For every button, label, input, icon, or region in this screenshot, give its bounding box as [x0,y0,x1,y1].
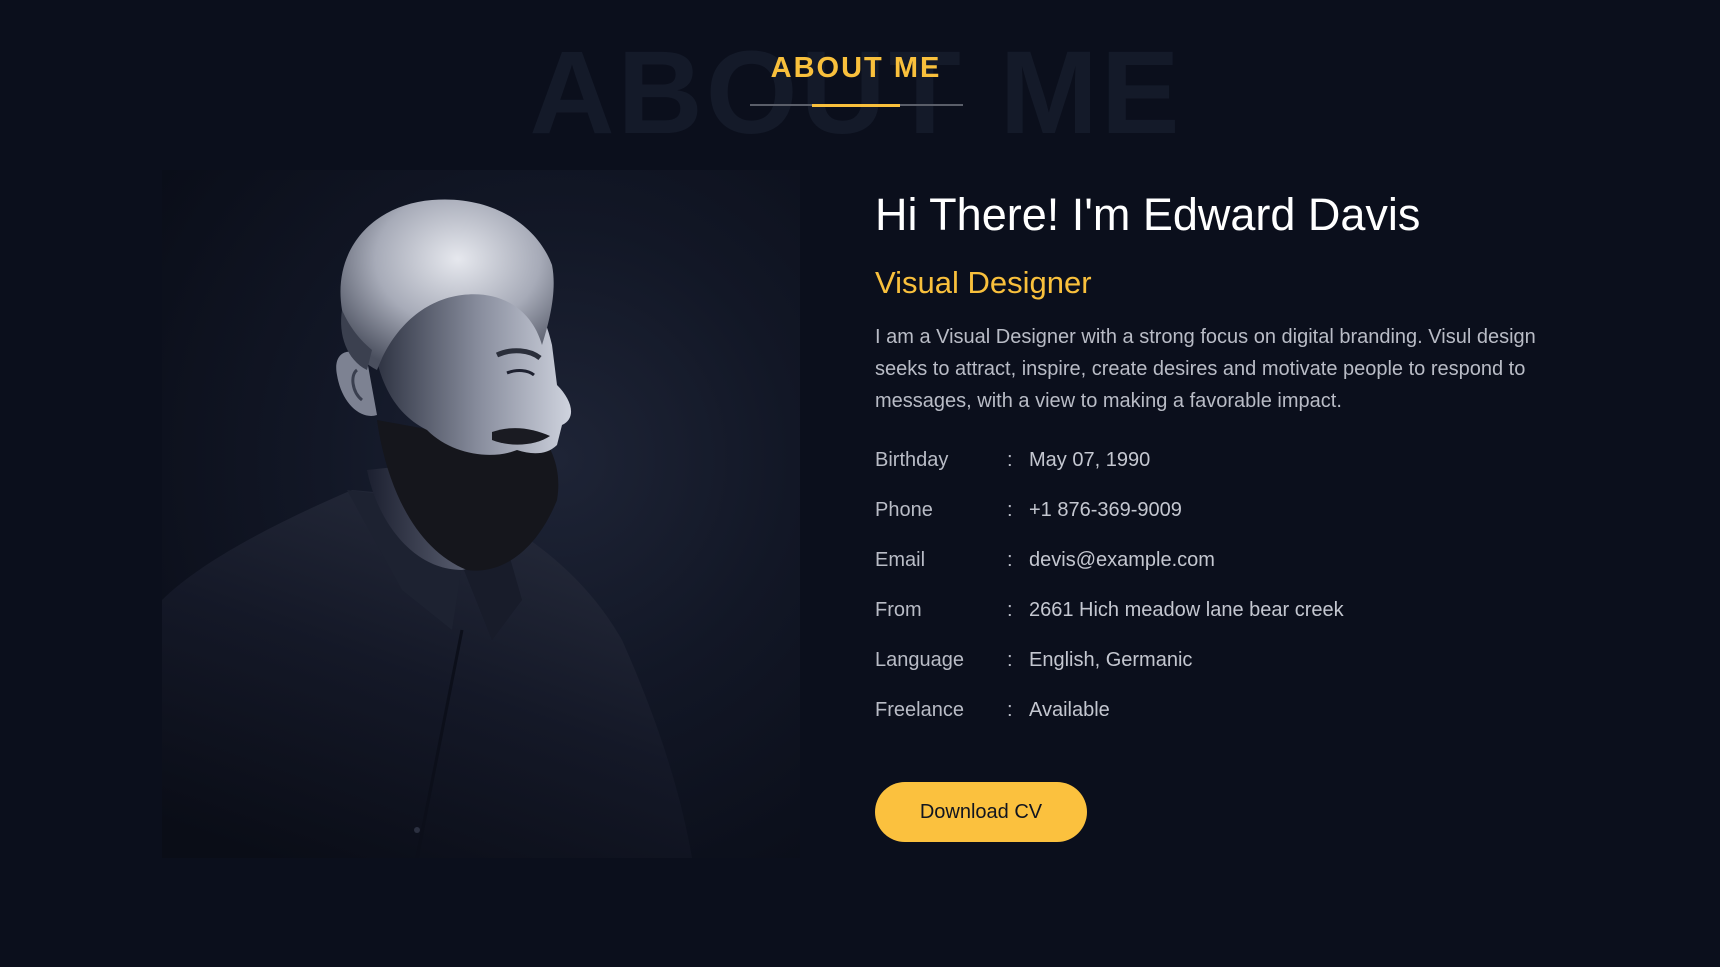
detail-separator: : [1007,498,1013,521]
detail-separator: : [1007,698,1013,721]
detail-label: Email [875,548,926,571]
detail-value: English, Germanic [1029,648,1193,671]
detail-separator: : [1007,648,1013,671]
section-title: ABOUT ME [770,52,942,84]
detail-value: Available [1029,698,1110,721]
detail-label: From [875,598,922,621]
profile-greeting: Hi There! I'm Edward Davis [875,189,1421,240]
detail-row-language: Language : English, Germanic [875,635,1575,685]
profile-bio: I am a Visual Designer with a strong foc… [875,326,1536,413]
detail-row-phone: Phone : +1 876-369-9009 [875,485,1575,535]
detail-row-birthday: Birthday : May 07, 1990 [875,435,1575,485]
detail-label: Birthday [875,448,949,471]
profile-role: Visual Designer [875,265,1092,300]
detail-value: +1 876-369-9009 [1029,498,1182,521]
about-section: ABOUT ME ABOUT ME Hi There! I'm Edward D… [0,0,1720,967]
detail-row-from: From : 2661 Hich meadow lane bear creek [875,585,1575,635]
detail-separator: : [1007,548,1013,571]
download-cv-button[interactable]: Download CV [875,782,1087,843]
detail-value: devis@example.com [1029,548,1215,571]
detail-label: Language [875,648,964,671]
detail-value: May 07, 1990 [1029,448,1151,471]
profile-photo [162,170,800,858]
detail-row-email: Email : devis@example.com [875,535,1575,585]
detail-value: 2661 Hich meadow lane bear creek [1029,598,1344,621]
profile-info: Hi There! I'm Edward Davis Visual Design… [875,188,1575,843]
section-title-underline-accent [812,104,900,107]
detail-label: Phone [875,498,933,521]
section-heading: ABOUT ME ABOUT ME [0,0,1712,160]
profile-details: Birthday : May 07, 1990 Phone : +1 876-3… [875,435,1575,735]
detail-row-freelance: Freelance : Available [875,685,1575,735]
detail-label: Freelance [875,698,964,721]
detail-separator: : [1007,598,1013,621]
detail-separator: : [1007,448,1013,471]
